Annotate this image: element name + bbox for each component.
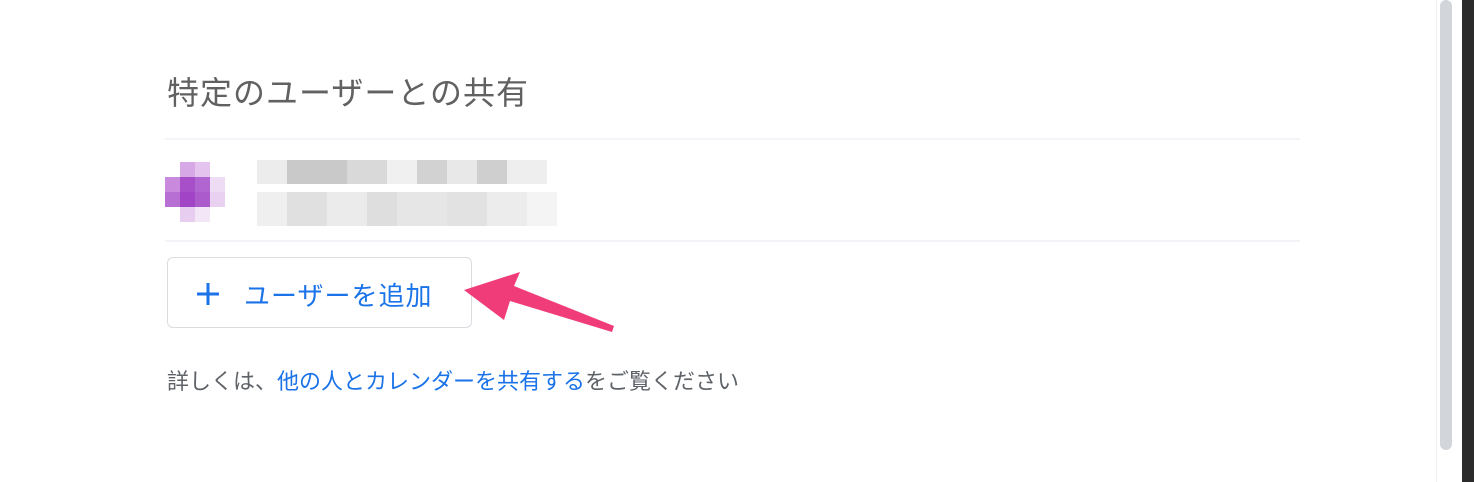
shared-user-row[interactable] xyxy=(165,138,1300,242)
add-user-button[interactable]: ユーザーを追加 xyxy=(167,257,472,328)
add-user-label: ユーザーを追加 xyxy=(244,282,433,312)
user-avatar xyxy=(165,162,225,222)
help-prefix: 詳しくは、 xyxy=(167,370,278,395)
scrollbar-thumb[interactable] xyxy=(1440,0,1452,450)
share-calendar-help-link[interactable]: 他の人とカレンダーを共有する xyxy=(277,370,585,395)
help-suffix: をご覧ください xyxy=(585,370,740,395)
user-name-redacted xyxy=(257,160,547,184)
annotation-arrow xyxy=(464,272,614,332)
window-edge xyxy=(1462,0,1474,482)
user-email-redacted xyxy=(257,192,557,226)
section-title: 特定のユーザーとの共有 xyxy=(167,74,530,112)
help-text: 詳しくは、他の人とカレンダーを共有するをご覧ください xyxy=(167,364,739,396)
plus-icon xyxy=(197,283,219,305)
